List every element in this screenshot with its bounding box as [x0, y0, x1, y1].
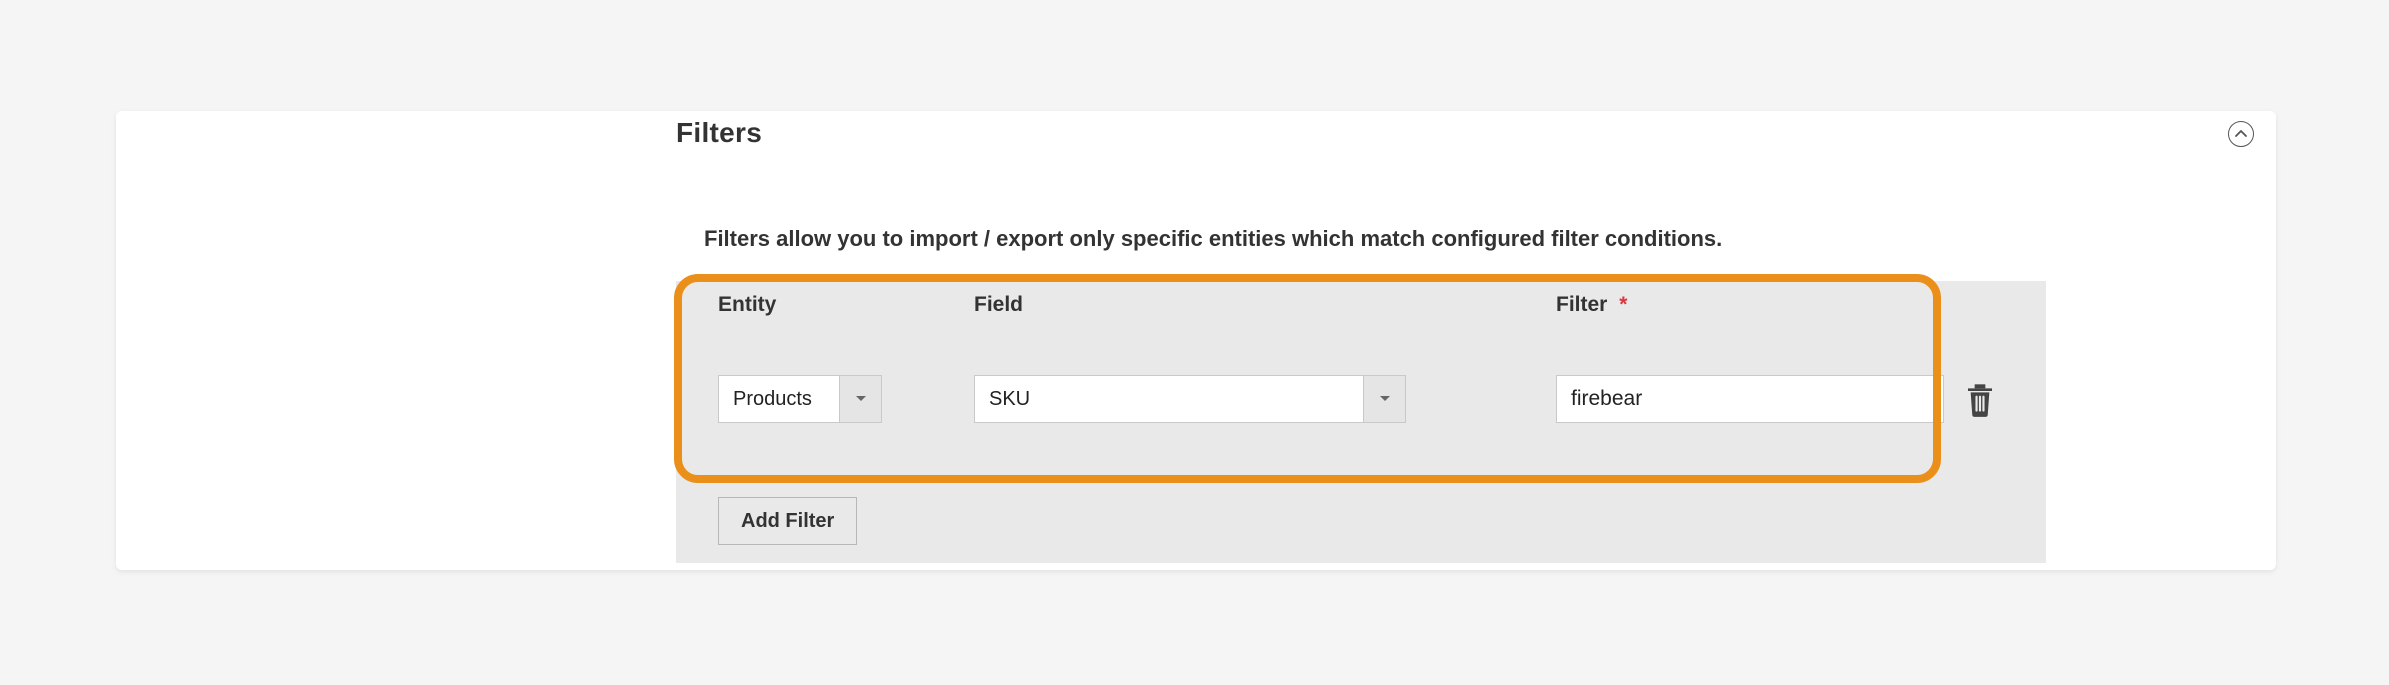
column-header-entity: Entity — [718, 293, 776, 317]
field-select-arrow — [1363, 376, 1405, 422]
chevron-up-icon — [2235, 130, 2247, 138]
collapse-toggle[interactable] — [2228, 121, 2254, 147]
entity-select[interactable]: Products — [718, 375, 882, 423]
caret-down-icon — [1379, 395, 1391, 403]
caret-down-icon — [855, 395, 867, 403]
filter-input[interactable] — [1556, 375, 1944, 423]
trash-icon — [1964, 377, 1996, 421]
field-select-value: SKU — [975, 388, 1363, 411]
add-filter-button[interactable]: Add Filter — [718, 497, 857, 545]
required-asterisk: * — [1619, 293, 1627, 316]
entity-select-arrow — [839, 376, 881, 422]
entity-select-value: Products — [719, 388, 839, 411]
delete-row-button[interactable] — [1964, 377, 1996, 421]
filters-panel: Filters Filters allow you to import / ex… — [116, 111, 2276, 570]
column-header-field: Field — [974, 293, 1023, 317]
field-select[interactable]: SKU — [974, 375, 1406, 423]
panel-description: Filters allow you to import / export onl… — [704, 226, 1722, 252]
column-header-filter: Filter * — [1556, 293, 1627, 317]
filters-grid: Entity Field Filter * Products SKU — [676, 281, 2046, 563]
column-header-filter-label: Filter — [1556, 293, 1607, 316]
panel-title: Filters — [676, 117, 762, 149]
